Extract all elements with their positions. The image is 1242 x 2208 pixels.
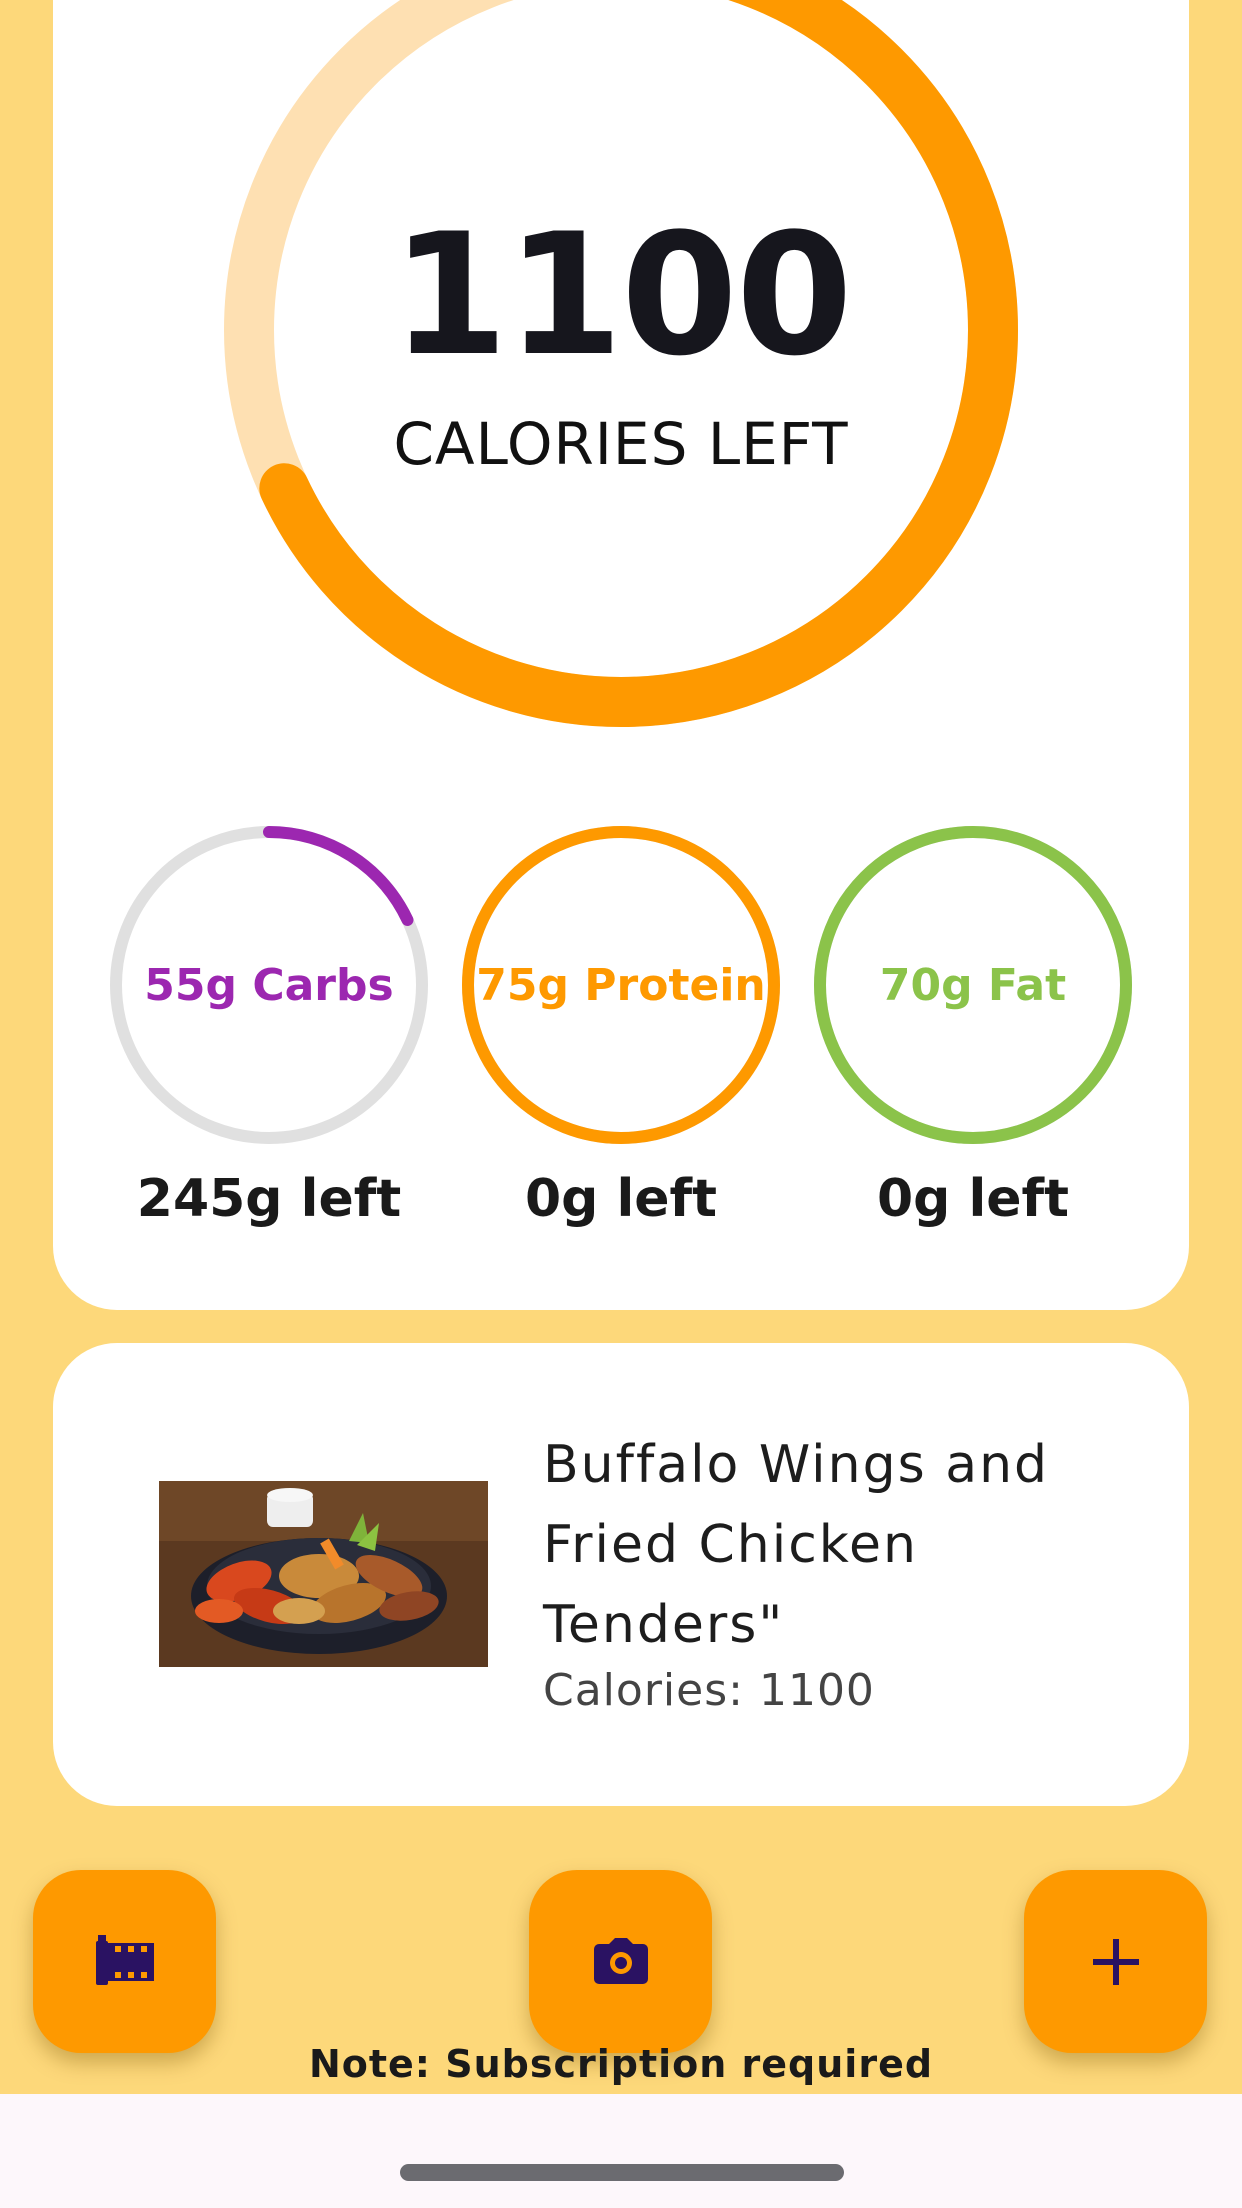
meal-title: Buffalo Wings and Fried Chicken Tenders" — [543, 1435, 1050, 1655]
bottom-safe-area — [0, 2094, 1242, 2208]
gallery-button[interactable] — [33, 1870, 216, 2053]
fat-label: 70g Fat — [879, 960, 1067, 1011]
food-image — [159, 1481, 488, 1667]
film-roll-icon — [95, 1934, 154, 1985]
home-indicator[interactable] — [400, 2164, 844, 2181]
calories-left-label: CALORIES LEFT — [393, 410, 849, 478]
protein-left: 0g left — [524, 1169, 718, 1229]
fat-left: 0g left — [876, 1169, 1070, 1229]
calories-left-value: 1100 — [391, 197, 853, 393]
carbs-left: 245g left — [136, 1169, 402, 1229]
plus-icon — [1092, 1938, 1139, 1985]
carbs-label: 55g Carbs — [144, 960, 394, 1011]
protein-label: 75g Protein — [476, 960, 766, 1011]
subscription-note: Note: Subscription required — [308, 2042, 934, 2086]
add-button[interactable] — [1024, 1870, 1207, 2053]
meal-calories: Calories: 1100 — [543, 1665, 875, 1716]
camera-icon — [593, 1937, 648, 1984]
camera-button[interactable] — [529, 1870, 712, 2053]
